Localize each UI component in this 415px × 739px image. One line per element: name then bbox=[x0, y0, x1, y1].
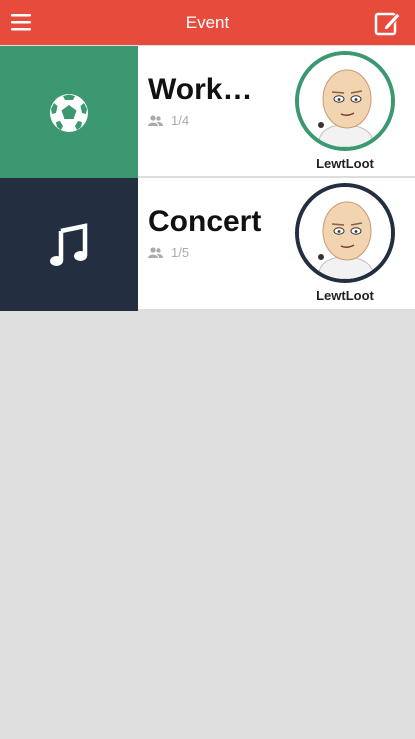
event-row[interactable]: Concert 1/5 LewtLoot bbox=[0, 178, 415, 311]
event-title: Concert bbox=[148, 205, 262, 238]
top-bar: Event bbox=[0, 0, 415, 45]
page-title: Event bbox=[185, 12, 230, 32]
event-title: Work… bbox=[148, 73, 253, 106]
music-note-icon bbox=[50, 222, 88, 266]
host-name: LewtLoot bbox=[316, 156, 374, 171]
people-icon bbox=[148, 247, 163, 258]
participant-count: 1/5 bbox=[148, 245, 189, 260]
compose-icon[interactable] bbox=[373, 9, 401, 37]
participant-count-label: 1/5 bbox=[171, 245, 190, 260]
event-category-tile bbox=[0, 46, 138, 179]
hamburger-menu-icon[interactable] bbox=[8, 9, 34, 35]
soccer-ball-icon bbox=[50, 93, 88, 132]
event-list: Work… 1/4 LewtLoot Concert 1/5 LewtLoot bbox=[0, 45, 415, 311]
event-row[interactable]: Work… 1/4 LewtLoot bbox=[0, 45, 415, 179]
bald-character-avatar-icon bbox=[299, 55, 391, 147]
participant-count: 1/4 bbox=[148, 113, 189, 128]
bald-character-avatar-icon bbox=[299, 187, 391, 279]
participant-count-label: 1/4 bbox=[171, 113, 190, 128]
people-icon bbox=[148, 115, 163, 126]
event-category-tile bbox=[0, 178, 138, 311]
host-avatar[interactable] bbox=[295, 51, 395, 151]
host-avatar[interactable] bbox=[295, 183, 395, 283]
host-name: LewtLoot bbox=[316, 288, 374, 303]
